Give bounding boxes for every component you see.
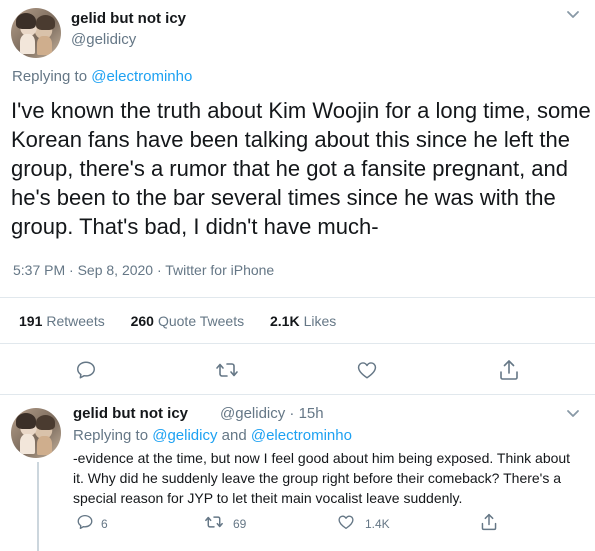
divider: [0, 394, 595, 395]
share-icon[interactable]: [480, 512, 498, 532]
tweet-text: I've known the truth about Kim Woojin fo…: [11, 98, 591, 239]
reply-text: -evidence at the time, but now I feel go…: [73, 450, 571, 506]
retweet-icon[interactable]: [204, 513, 224, 531]
tweet-timestamp[interactable]: 5:37 PM · Sep 8, 2020 · Twitter for iPho…: [13, 262, 274, 278]
chevron-down-icon[interactable]: [566, 10, 580, 20]
divider: [0, 343, 595, 344]
reply-icon[interactable]: [75, 359, 97, 381]
mention-link[interactable]: @electrominho: [91, 68, 192, 85]
replying-prefix: Replying to: [12, 68, 92, 85]
share-icon[interactable]: [498, 358, 520, 382]
mention-link[interactable]: @electrominho: [251, 427, 352, 444]
avatar[interactable]: [11, 8, 61, 58]
reply-handle-time[interactable]: @gelidicy · 15h: [220, 405, 324, 422]
mention-link[interactable]: @gelidicy: [152, 427, 217, 444]
reply-icon[interactable]: [76, 513, 94, 531]
chevron-down-icon[interactable]: [566, 409, 580, 419]
thread-line: [37, 462, 39, 551]
likes-stat[interactable]: 2.1K Likes: [270, 313, 336, 329]
tweet-stats: 191 Retweets 260 Quote Tweets 2.1K Likes: [19, 313, 358, 329]
like-icon[interactable]: [356, 359, 378, 381]
retweet-icon[interactable]: [215, 359, 239, 381]
user-handle[interactable]: @gelidicy: [71, 31, 136, 48]
like-icon[interactable]: [337, 513, 355, 531]
avatar[interactable]: [11, 408, 61, 458]
like-count: 1.4K: [365, 517, 390, 531]
reply-replying-to: Replying to @gelidicy and @electrominho: [73, 427, 352, 444]
quotes-stat[interactable]: 260 Quote Tweets: [131, 313, 245, 329]
divider: [0, 297, 595, 298]
retweets-stat[interactable]: 191 Retweets: [19, 313, 105, 329]
replying-to: Replying to @electrominho: [12, 68, 192, 85]
reply-display-name[interactable]: gelid but not icy: [73, 405, 188, 422]
display-name[interactable]: gelid but not icy: [71, 10, 186, 27]
retweet-count: 69: [233, 517, 247, 531]
reply-count: 6: [101, 517, 108, 531]
